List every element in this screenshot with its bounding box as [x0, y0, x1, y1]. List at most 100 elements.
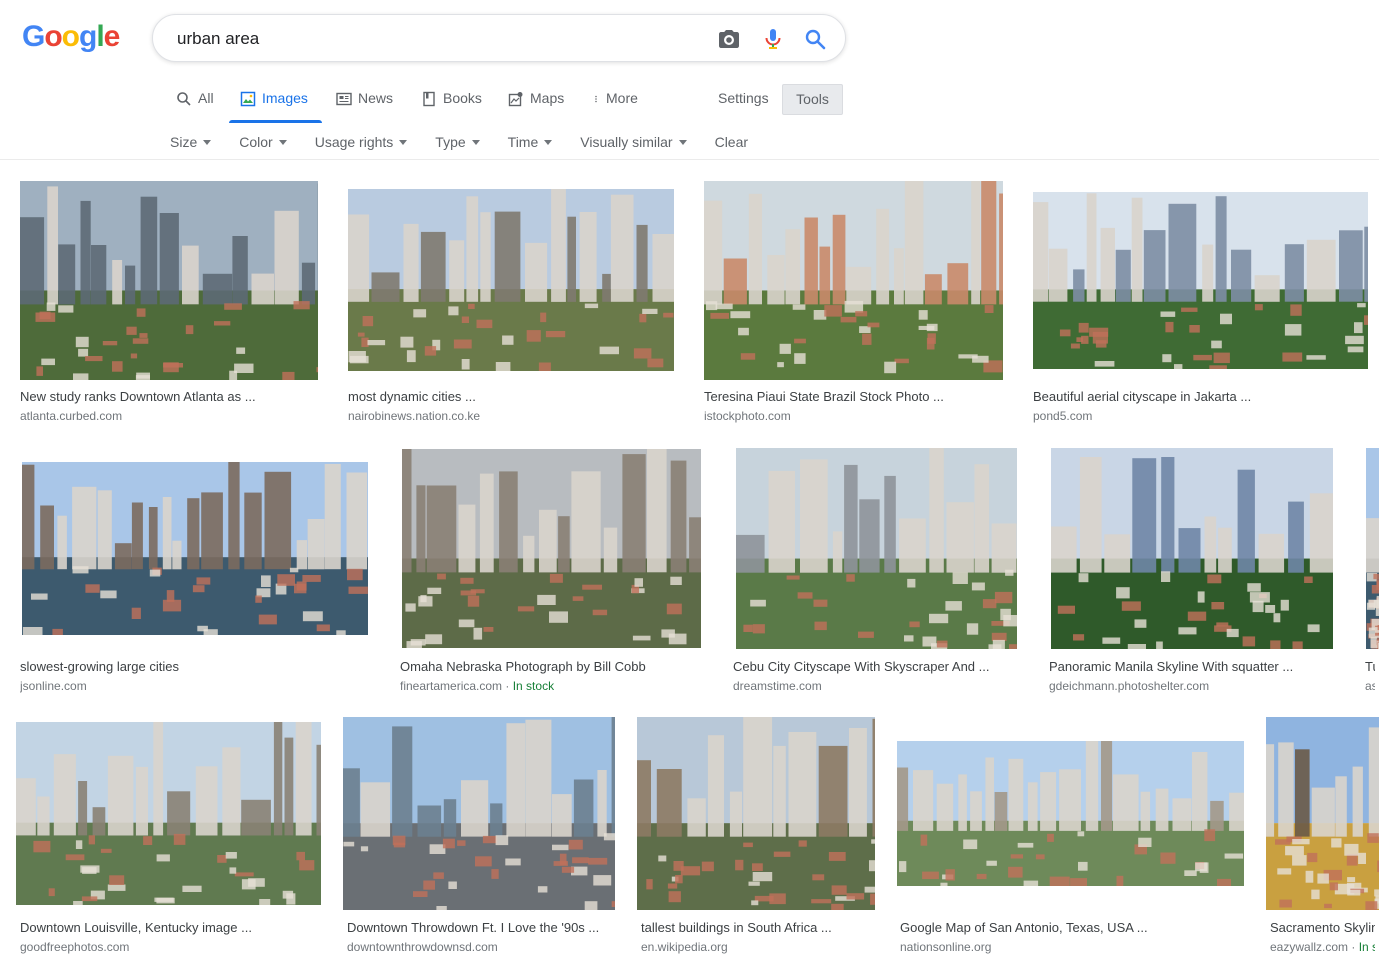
result-caption[interactable]: Panoramic Manila Skyline With squatter .… [1049, 659, 1293, 674]
result-caption[interactable]: Tu [1365, 659, 1375, 674]
result-source[interactable]: as [1365, 679, 1375, 693]
tab-images[interactable]: Images [240, 90, 308, 122]
result-source-domain: as [1365, 679, 1375, 693]
separator: · [1348, 940, 1359, 954]
result-thumbnail[interactable] [402, 449, 701, 648]
result-source[interactable]: atlanta.curbed.com [20, 409, 122, 423]
result-caption[interactable]: Cebu City Cityscape With Skyscraper And … [733, 659, 989, 674]
result-source[interactable]: downtownthrowdownsd.com [347, 940, 498, 954]
result-caption[interactable]: Beautiful aerial cityscape in Jakarta ..… [1033, 389, 1251, 404]
result-source-domain: downtownthrowdownsd.com [347, 940, 498, 954]
result-source-domain: nairobinews.nation.co.ke [348, 409, 481, 423]
result-source[interactable]: fineartamerica.com · In stock [400, 679, 554, 693]
filter-color[interactable]: Color [239, 132, 287, 152]
filter-time[interactable]: Time [508, 132, 553, 152]
caret-down-icon [399, 139, 408, 145]
search-icon[interactable] [803, 27, 827, 51]
caret-down-icon [544, 139, 553, 145]
cityscape-image [736, 448, 1017, 649]
result-source-domain: eazywallz.com [1270, 940, 1349, 954]
cityscape-image [637, 717, 875, 910]
result-source[interactable]: nairobinews.nation.co.ke [348, 409, 480, 423]
search-tabs: All Images News Books Maps More [0, 82, 1379, 122]
result-caption[interactable]: Teresina Piaui State Brazil Stock Photo … [704, 389, 944, 404]
search-input[interactable] [175, 25, 699, 53]
tab-more[interactable]: More [592, 90, 638, 122]
result-source[interactable]: goodfreephotos.com [20, 940, 129, 954]
book-icon [423, 91, 435, 107]
result-caption[interactable]: most dynamic cities ... [348, 389, 476, 404]
result-thumbnail[interactable] [343, 717, 615, 910]
tools-button[interactable]: Tools [782, 84, 843, 115]
result-source[interactable]: istockphoto.com [704, 409, 791, 423]
caret-down-icon [278, 139, 287, 145]
microphone-icon[interactable] [761, 27, 785, 51]
result-thumbnail[interactable] [1033, 192, 1368, 369]
result-thumbnail[interactable] [1366, 448, 1379, 649]
result-thumbnail[interactable] [348, 189, 674, 371]
in-stock-badge: In s [1358, 940, 1375, 954]
result-thumbnail[interactable] [704, 181, 1003, 380]
search-icon [177, 92, 191, 106]
cityscape-image [402, 449, 701, 648]
result-source[interactable]: gdeichmann.photoshelter.com [1049, 679, 1209, 693]
result-source-domain: goodfreephotos.com [20, 940, 130, 954]
result-thumbnail[interactable] [1051, 448, 1333, 649]
tab-news[interactable]: News [336, 90, 393, 122]
result-source[interactable]: jsonline.com [20, 679, 87, 693]
result-thumbnail[interactable] [736, 448, 1017, 649]
result-source[interactable]: dreamstime.com [733, 679, 822, 693]
result-thumbnail[interactable] [20, 181, 318, 380]
result-thumbnail[interactable] [16, 722, 321, 905]
filter-visually-similar[interactable]: Visually similar [580, 132, 687, 152]
tab-maps[interactable]: Maps [508, 90, 564, 122]
filter-usage-rights[interactable]: Usage rights [315, 132, 408, 152]
result-caption[interactable]: Google Map of San Antonio, Texas, USA ..… [900, 920, 1148, 935]
cityscape-image [16, 722, 321, 905]
separator: · [502, 679, 513, 693]
result-caption[interactable]: Downtown Louisville, Kentucky image ... [20, 920, 252, 935]
tab-books[interactable]: Books [421, 90, 482, 122]
camera-icon[interactable] [717, 27, 741, 51]
result-source-domain: istockphoto.com [704, 409, 791, 423]
cityscape-image [897, 741, 1244, 886]
caret-down-icon [471, 139, 480, 145]
caret-down-icon [203, 139, 212, 145]
filter-type[interactable]: Type [435, 132, 480, 152]
result-caption[interactable]: Downtown Throwdown Ft. I Love the '90s .… [347, 920, 599, 935]
header-divider [0, 159, 1379, 160]
map-icon [508, 92, 523, 107]
result-caption[interactable]: Sacramento Skylin [1270, 920, 1375, 935]
result-thumbnail[interactable] [22, 462, 368, 635]
result-source-domain: en.wikipedia.org [641, 940, 728, 954]
cityscape-image [343, 717, 615, 910]
filter-size[interactable]: Size [170, 132, 212, 152]
result-caption[interactable]: New study ranks Downtown Atlanta as ... [20, 389, 256, 404]
news-icon [336, 92, 352, 106]
result-source-domain: nationsonline.org [900, 940, 992, 954]
result-source[interactable]: en.wikipedia.org [641, 940, 728, 954]
result-caption[interactable]: tallest buildings in South Africa ... [641, 920, 832, 935]
result-source[interactable]: pond5.com [1033, 409, 1092, 423]
result-source[interactable]: nationsonline.org [900, 940, 991, 954]
tab-all[interactable]: All [176, 90, 214, 122]
result-caption[interactable]: Omaha Nebraska Photograph by Bill Cobb [400, 659, 646, 674]
cityscape-image [348, 189, 674, 371]
result-source[interactable]: eazywallz.com · In s [1270, 940, 1375, 954]
in-stock-badge: In stock [512, 679, 555, 693]
filter-clear[interactable]: Clear [715, 132, 748, 152]
result-thumbnail[interactable] [1266, 717, 1379, 910]
result-source-domain: atlanta.curbed.com [20, 409, 123, 423]
result-source-domain: fineartamerica.com [400, 679, 503, 693]
cityscape-image [22, 462, 368, 635]
result-thumbnail[interactable] [637, 717, 875, 910]
image-icon [240, 91, 256, 107]
cityscape-image [20, 181, 318, 380]
google-logo[interactable]: Google [22, 20, 120, 54]
cityscape-image [1051, 448, 1333, 649]
result-caption[interactable]: slowest-growing large cities [20, 659, 179, 674]
result-thumbnail[interactable] [897, 741, 1244, 886]
cityscape-image [1366, 448, 1379, 649]
settings-link[interactable]: Settings [718, 90, 769, 106]
result-source-domain: gdeichmann.photoshelter.com [1049, 679, 1210, 693]
